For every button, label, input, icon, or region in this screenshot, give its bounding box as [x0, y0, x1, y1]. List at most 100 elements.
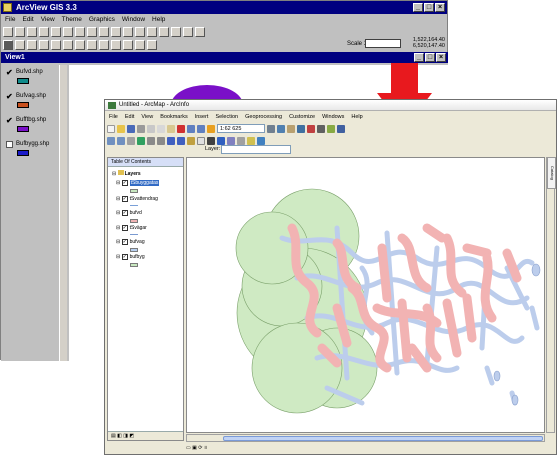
python-window-icon[interactable]	[317, 124, 325, 133]
menu-windows[interactable]: Windows	[322, 112, 344, 122]
pause-drawing-icon[interactable]: ॥	[204, 445, 207, 451]
layer-name[interactable]: bufvag	[130, 239, 145, 245]
view1-maximize-button[interactable]: □	[425, 53, 435, 62]
fixed-zoom-out-icon[interactable]	[157, 136, 165, 145]
data-view-icon[interactable]: ▭	[186, 445, 191, 451]
pan-icon[interactable]	[127, 136, 135, 145]
theme-entry[interactable]: Bufbygg.shp	[6, 141, 62, 165]
cut-icon[interactable]	[147, 124, 155, 133]
list-by-drawing-order-icon[interactable]: ▤ ◧ ◨ ◩	[111, 433, 134, 439]
map-scale-combo[interactable]: 1:62 625	[217, 124, 265, 133]
layer-symbol-swatch[interactable]	[130, 189, 138, 193]
text-icon[interactable]	[135, 40, 145, 50]
layer-name[interactable]: tSvattendrag	[130, 196, 158, 202]
zoom-in-icon[interactable]	[135, 27, 145, 37]
add-theme-icon[interactable]	[15, 27, 25, 37]
theme-checkbox[interactable]: ✔	[6, 117, 13, 125]
select-features-icon[interactable]	[171, 27, 181, 37]
measure-icon[interactable]	[87, 40, 97, 50]
map-horizontal-scrollbar[interactable]	[186, 434, 545, 442]
layer-symbol-swatch[interactable]	[130, 263, 138, 267]
view1-title-bar[interactable]: View1 _ □ ×	[1, 52, 448, 63]
label-icon[interactable]	[123, 40, 133, 50]
layer-checkbox[interactable]: ✓	[121, 238, 128, 245]
zoom-out-tool-icon[interactable]	[63, 40, 73, 50]
hotlink-icon[interactable]	[99, 40, 109, 50]
pan-icon[interactable]	[75, 40, 85, 50]
view1-toc-scrollbar[interactable]	[59, 65, 67, 361]
view1-minimize-button[interactable]: _	[414, 53, 424, 62]
zoom-in-icon[interactable]	[107, 136, 115, 145]
zoom-to-themes-icon[interactable]	[111, 27, 121, 37]
draw-icon[interactable]	[147, 40, 157, 50]
menu-edit[interactable]: Edit	[22, 14, 33, 25]
toc-view-tabs[interactable]: ▤ ◧ ◨ ◩	[108, 431, 183, 440]
select-features-icon[interactable]	[187, 136, 195, 145]
theme-entry[interactable]: ✔ Bufftbg.shp	[6, 117, 62, 141]
menu-help[interactable]: Help	[351, 112, 362, 122]
menu-file[interactable]: File	[109, 112, 118, 122]
toc-layers-root[interactable]: ⊟ Layers	[112, 170, 141, 178]
layer-name[interactable]: bufbyg	[130, 254, 145, 260]
locate-icon[interactable]	[75, 27, 85, 37]
menu-geoprocessing[interactable]: Geoprocessing	[245, 112, 282, 122]
toc-layer-row[interactable]: ⊟ ✓ bufvd	[116, 209, 142, 217]
zoom-out-icon[interactable]	[147, 27, 157, 37]
identify-icon[interactable]	[217, 136, 225, 145]
menu-insert[interactable]: Insert	[195, 112, 209, 122]
measure-icon[interactable]	[237, 136, 245, 145]
layer-checkbox[interactable]: ✓	[121, 209, 128, 216]
view1-close-button[interactable]: ×	[436, 53, 446, 62]
edit-legend-icon[interactable]	[39, 27, 49, 37]
toc-layer-row[interactable]: ⊟ ✓ tSvattendrag	[116, 195, 158, 203]
query-builder-icon[interactable]	[87, 27, 97, 37]
menu-edit[interactable]: Edit	[125, 112, 134, 122]
select-elements-icon[interactable]	[207, 136, 215, 145]
find-icon[interactable]	[227, 136, 235, 145]
zoom-previous-icon[interactable]	[159, 27, 169, 37]
undo-icon[interactable]	[187, 124, 195, 133]
zoom-selected-icon[interactable]	[123, 27, 133, 37]
theme-checkbox[interactable]: ✔	[6, 69, 13, 77]
layer-checkbox[interactable]: ✓	[121, 195, 128, 202]
new-document-icon[interactable]	[107, 124, 115, 133]
menu-help[interactable]: Help	[152, 14, 165, 25]
theme-entry[interactable]: ✔ Bufvd.shp	[6, 69, 62, 93]
theme-checkbox[interactable]: ✔	[6, 93, 13, 101]
toc-layer-row[interactable]: ⊟ ✓ bufvag	[116, 238, 145, 246]
theme-properties-icon[interactable]	[27, 27, 37, 37]
menu-theme[interactable]: Theme	[62, 14, 82, 25]
layer-checkbox[interactable]: ✓	[121, 224, 128, 231]
minimize-button[interactable]: _	[413, 3, 423, 12]
delete-icon[interactable]	[177, 124, 185, 133]
time-slider-icon[interactable]	[257, 136, 265, 145]
arcmap-title-bar[interactable]: Untitled - ArcMap - ArcInfo	[105, 100, 556, 111]
layer-checkbox[interactable]: ✓	[121, 253, 128, 260]
catalog-icon[interactable]	[287, 124, 295, 133]
zoom-full-icon[interactable]	[99, 27, 109, 37]
save-icon[interactable]	[3, 27, 13, 37]
menu-customize[interactable]: Customize	[289, 112, 315, 122]
layer-symbol-swatch[interactable]	[130, 248, 138, 252]
layer-checkbox[interactable]: ✓	[121, 179, 128, 186]
copy-icon[interactable]	[157, 124, 165, 133]
save-icon[interactable]	[127, 124, 135, 133]
menu-bookmarks[interactable]: Bookmarks	[160, 112, 188, 122]
toc-layer-row[interactable]: ⊟ ✓ tSvägar	[116, 224, 147, 232]
redo-icon[interactable]	[197, 124, 205, 133]
pointer-icon[interactable]	[15, 40, 25, 50]
layer-line-symbol[interactable]	[130, 205, 138, 206]
hyperlink-icon[interactable]	[247, 136, 255, 145]
editor-toolbar-icon[interactable]	[267, 124, 275, 133]
identify-icon[interactable]	[3, 40, 13, 50]
clear-selection-icon[interactable]	[183, 27, 193, 37]
scale-input[interactable]	[365, 39, 401, 48]
layer-name[interactable]: tSvägar	[130, 225, 147, 231]
close-button[interactable]: ×	[435, 3, 445, 12]
search-window-icon[interactable]	[297, 124, 305, 133]
layer-dropdown[interactable]	[221, 145, 291, 154]
zoom-out-icon[interactable]	[117, 136, 125, 145]
clear-selection-icon[interactable]	[197, 136, 205, 145]
model-builder-icon[interactable]	[327, 124, 335, 133]
area-of-interest-icon[interactable]	[111, 40, 121, 50]
